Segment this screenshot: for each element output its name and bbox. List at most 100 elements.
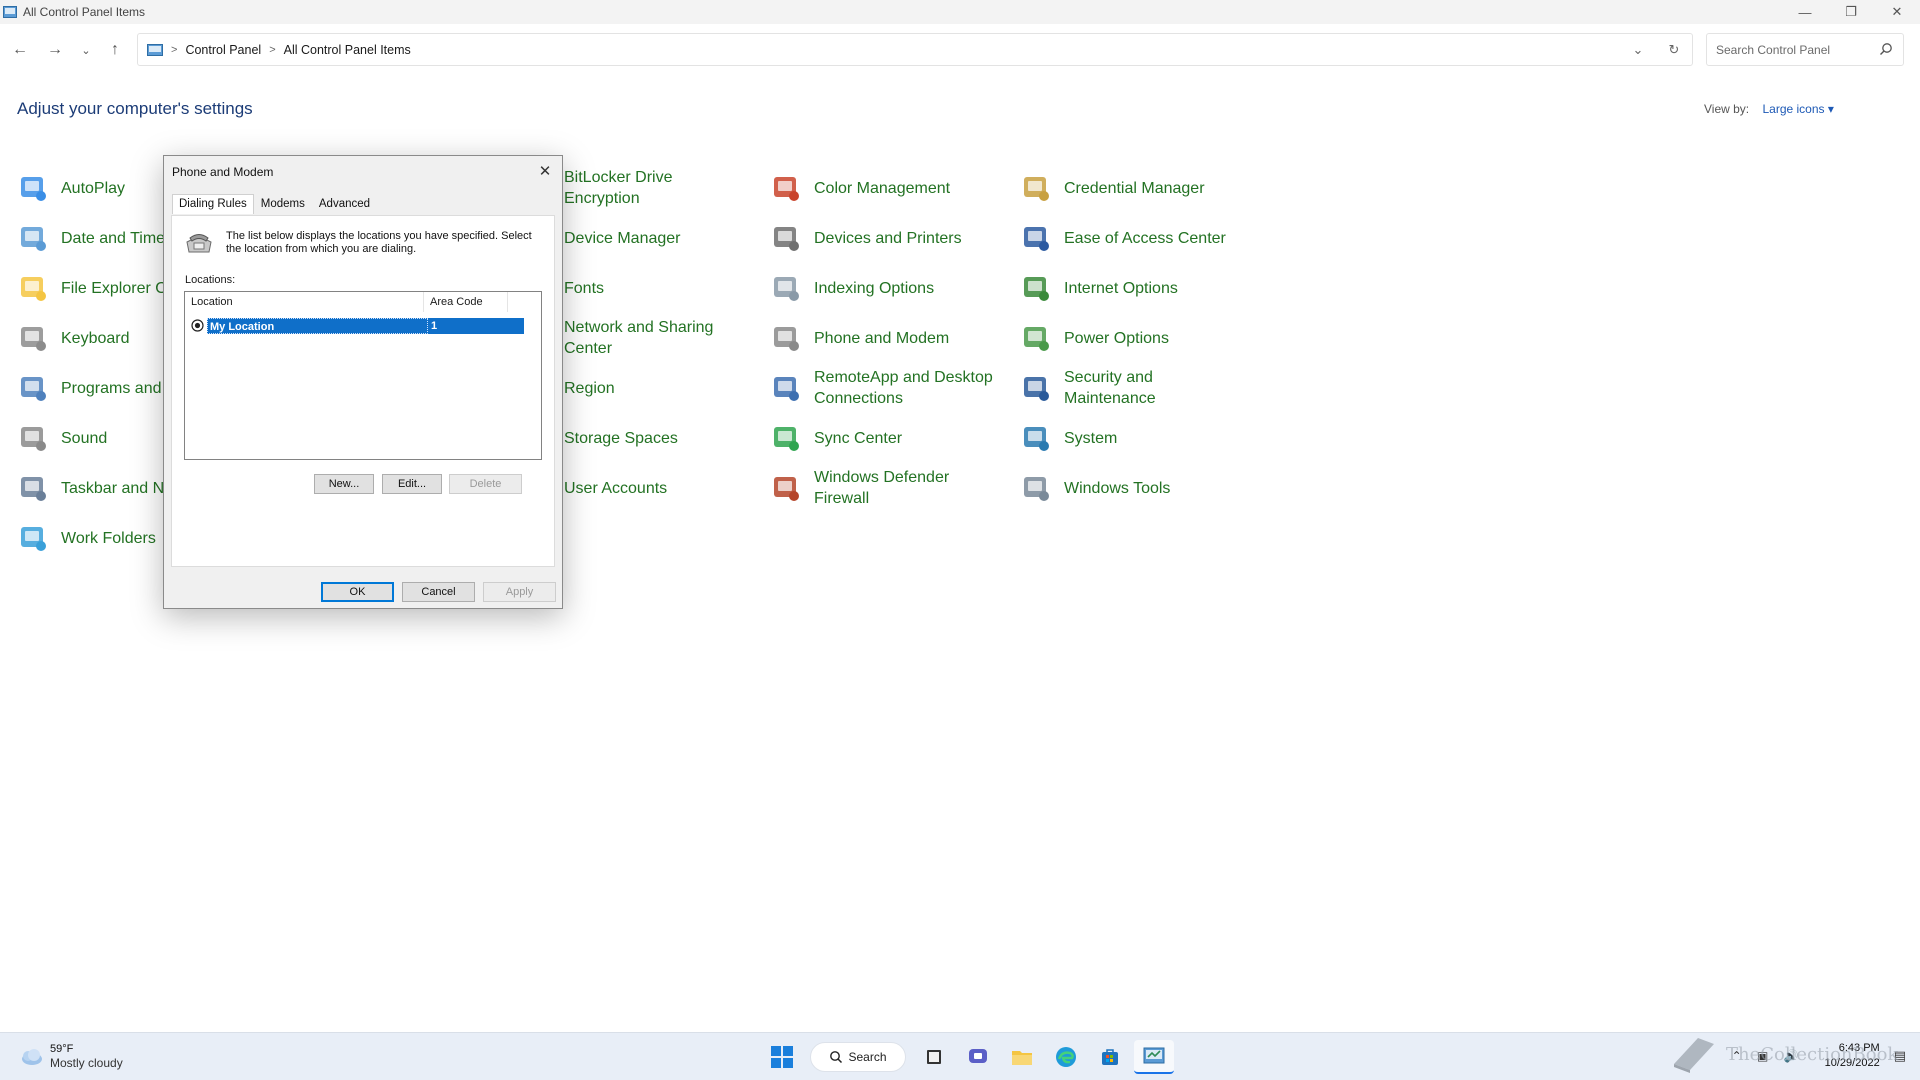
cp-item-sync-center[interactable]: Sync Center <box>770 418 902 458</box>
cp-item-label: RemoteApp and Desktop Connections <box>814 369 993 407</box>
cp-item-label: Storage Spaces <box>564 429 678 447</box>
column-area-code[interactable]: Area Code <box>424 292 508 312</box>
cp-item-color-management[interactable]: Color Management <box>770 168 950 208</box>
keyboard-icon <box>21 327 46 351</box>
cp-item-date-time[interactable]: Date and Time <box>17 218 165 258</box>
edit-location-button[interactable]: Edit... <box>382 474 442 494</box>
view-by: View by: Large icons ▾ <box>1704 102 1834 116</box>
dialog-tabs: Dialing Rules Modems Advanced <box>172 194 377 214</box>
apply-button[interactable]: Apply <box>483 582 556 602</box>
chat-button[interactable] <box>958 1040 998 1074</box>
cp-item-label: File Explorer O <box>61 279 168 297</box>
store-button[interactable] <box>1090 1040 1130 1074</box>
phone-icon <box>186 234 212 253</box>
cp-item-label: Sync Center <box>814 429 903 447</box>
edge-button[interactable] <box>1046 1040 1086 1074</box>
address-bar[interactable]: > Control Panel > All Control Panel Item… <box>137 33 1693 66</box>
control-panel-icon <box>1143 1047 1165 1064</box>
cp-item-phone-modem[interactable]: Phone and Modem <box>770 318 949 358</box>
back-arrow-icon[interactable]: ← <box>8 38 32 62</box>
search-placeholder: Search Control Panel <box>1716 42 1831 57</box>
credential-manager-icon <box>1024 177 1049 201</box>
up-arrow-icon[interactable]: ↑ <box>103 38 127 62</box>
cp-item-firewall[interactable]: Windows Defender Firewall <box>770 468 994 508</box>
cp-item-devices-printers[interactable]: Devices and Printers <box>770 218 962 258</box>
close-button[interactable]: ✕ <box>1874 0 1920 24</box>
selected-radio-icon <box>191 319 204 332</box>
cp-item-label: Fonts <box>564 279 605 297</box>
cp-item-internet-options[interactable]: Internet Options <box>1020 268 1178 308</box>
file-explorer-options-icon <box>21 277 46 301</box>
cp-item-label: Devices and Printers <box>814 229 962 247</box>
cp-item-label: Region <box>564 379 615 397</box>
cp-item-file-explorer-options[interactable]: File Explorer O <box>17 268 168 308</box>
devices-printers-icon <box>774 227 799 251</box>
list-item[interactable]: My Location 1 <box>191 317 524 334</box>
ok-button[interactable]: OK <box>321 582 394 602</box>
view-by-dropdown[interactable]: Large icons ▾ <box>1762 102 1833 116</box>
restore-button[interactable]: ❐ <box>1828 0 1874 24</box>
security-maintenance-icon <box>1024 377 1049 401</box>
book-watermark-icon <box>1674 1038 1714 1073</box>
breadcrumb-control-panel[interactable]: Control Panel <box>185 43 261 57</box>
start-button[interactable] <box>762 1040 802 1074</box>
location-name: My Location <box>207 317 428 334</box>
breadcrumb-all-items[interactable]: All Control Panel Items <box>284 43 411 57</box>
minimize-button[interactable]: — <box>1782 0 1828 24</box>
cp-item-indexing-options[interactable]: Indexing Options <box>770 268 934 308</box>
watermark: TheCollectionBook <box>1668 1034 1898 1074</box>
search-input[interactable]: Search Control Panel <box>1706 33 1904 66</box>
file-explorer-button[interactable] <box>1002 1040 1042 1074</box>
work-folders-icon <box>21 527 46 551</box>
cp-item-work-folders[interactable]: Work Folders <box>17 518 156 558</box>
forward-arrow-icon[interactable]: → <box>43 38 67 62</box>
delete-location-button[interactable]: Delete <box>449 474 522 494</box>
cp-item-keyboard[interactable]: Keyboard <box>17 318 130 358</box>
cp-item-label: User Accounts <box>564 479 668 497</box>
cp-item-remoteapp[interactable]: RemoteApp and Desktop Connections <box>770 368 994 408</box>
phone-modem-icon <box>774 327 799 351</box>
tab-modems[interactable]: Modems <box>254 194 312 214</box>
tab-dialing-rules[interactable]: Dialing Rules <box>172 194 254 214</box>
tab-advanced[interactable]: Advanced <box>312 194 377 214</box>
window-title: All Control Panel Items <box>23 5 146 19</box>
recent-locations-chevron-icon[interactable]: ⌄ <box>74 38 98 62</box>
view-by-label: View by: <box>1704 102 1750 116</box>
dialog-close-icon[interactable]: ✕ <box>534 160 556 182</box>
cp-item-label: Programs and <box>61 379 162 397</box>
control-panel-taskbar-button[interactable] <box>1134 1040 1174 1074</box>
page-title: Adjust your computer's settings <box>17 99 253 118</box>
refresh-icon[interactable]: ↻ <box>1656 42 1692 58</box>
taskbar-search-button[interactable]: Search <box>810 1042 906 1072</box>
locations-label: Locations: <box>185 274 236 286</box>
cp-item-security-maintenance[interactable]: Security and Maintenance <box>1020 368 1244 408</box>
column-location[interactable]: Location <box>185 292 424 312</box>
address-dropdown-icon[interactable]: ⌄ <box>1620 42 1656 58</box>
indexing-options-icon <box>774 277 799 301</box>
dialing-rules-panel: The list below displays the locations yo… <box>171 215 555 567</box>
task-view-button[interactable] <box>914 1040 954 1074</box>
sound-icon <box>21 427 46 451</box>
cp-item-system[interactable]: System <box>1020 418 1117 458</box>
cp-item-label: Keyboard <box>61 329 130 347</box>
cp-item-sound[interactable]: Sound <box>17 418 107 458</box>
cp-item-autoplay[interactable]: AutoPlay <box>17 168 125 208</box>
weather-widget[interactable]: 59°F Mostly cloudy <box>18 1043 123 1071</box>
cp-item-label: Ease of Access Center <box>1064 229 1226 247</box>
weather-temperature: 59°F <box>50 1043 74 1055</box>
cancel-button[interactable]: Cancel <box>402 582 475 602</box>
new-location-button[interactable]: New... <box>314 474 374 494</box>
cp-item-taskbar-navigation[interactable]: Taskbar and Na <box>17 468 173 508</box>
cp-item-power-options[interactable]: Power Options <box>1020 318 1169 358</box>
dialog-title: Phone and Modem <box>172 165 274 179</box>
locations-list[interactable]: Location Area Code My Location 1 <box>184 291 542 460</box>
cp-item-ease-of-access[interactable]: Ease of Access Center <box>1020 218 1226 258</box>
location-area-code: 1 <box>431 319 438 332</box>
title-bar: All Control Panel Items — ❐ ✕ <box>0 0 1920 24</box>
cp-item-credential-manager[interactable]: Credential Manager <box>1020 168 1205 208</box>
programs-features-icon <box>21 377 46 401</box>
ease-of-access-icon <box>1024 227 1049 251</box>
cp-item-programs-features[interactable]: Programs and <box>17 368 162 408</box>
cp-item-windows-tools[interactable]: Windows Tools <box>1020 468 1170 508</box>
cp-item-label: AutoPlay <box>61 179 126 197</box>
